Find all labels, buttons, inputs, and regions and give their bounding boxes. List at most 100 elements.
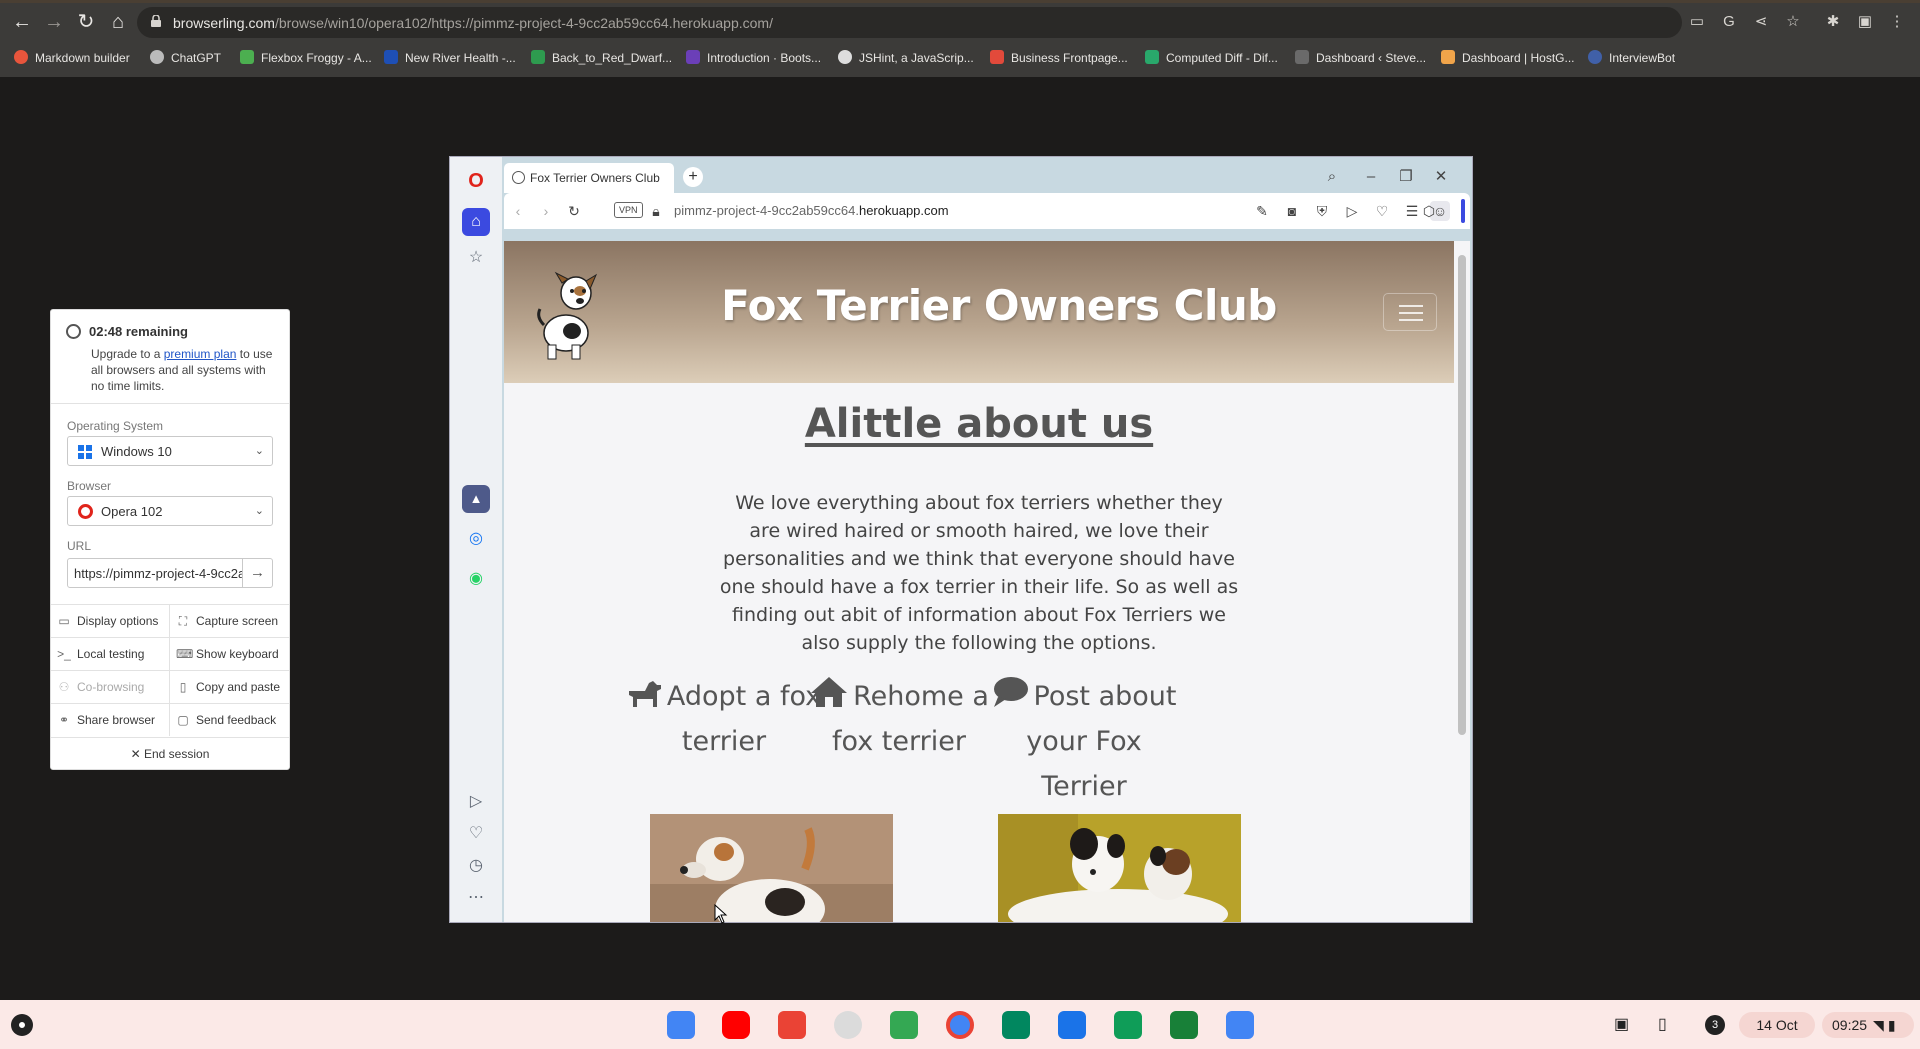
new-tab-button[interactable]: + (683, 167, 703, 187)
sidepanel-icon[interactable]: ▣ (1854, 11, 1876, 33)
show-keyboard-button[interactable]: ⌨ Show keyboard (170, 637, 289, 670)
co-browsing-button[interactable]: ⚇ Co-browsing (51, 670, 170, 703)
fox-terrier-photo (998, 814, 1241, 922)
menu-icon[interactable]: ⋮ (1886, 11, 1908, 33)
drive-app-icon[interactable] (890, 1011, 918, 1039)
bookmark[interactable]: New River Health -... (384, 48, 516, 68)
end-session-button[interactable]: ✕ End session (51, 737, 289, 770)
send-feedback-button[interactable]: ▢ Send feedback (170, 703, 289, 736)
capture-screen-button[interactable]: ⛶ Capture screen (170, 604, 289, 637)
back-icon[interactable]: ‹ (508, 201, 528, 221)
bookmark[interactable]: InterviewBot (1588, 48, 1675, 68)
hamburger-menu-icon[interactable] (1383, 293, 1437, 331)
screenshot-icon[interactable]: ▣ (1614, 1012, 1636, 1038)
aria-icon[interactable]: ▲ (462, 485, 490, 513)
battery-icon: ▮ (1887, 1017, 1896, 1033)
bookmark[interactable]: Dashboard ‹ Steve... (1295, 48, 1426, 68)
close-icon[interactable]: ✕ (1429, 165, 1453, 189)
users-icon: ⚇ (58, 680, 70, 694)
bookmark[interactable]: Computed Diff - Dif... (1145, 48, 1278, 68)
page-scrollbar[interactable] (1454, 241, 1470, 922)
browser-select[interactable]: Opera 102 ⌄ (67, 496, 273, 526)
sheets-addon-app-icon[interactable] (1114, 1011, 1142, 1039)
rehome-option-link[interactable]: Rehome a fox terrier (804, 674, 994, 764)
history-icon[interactable]: ◷ (462, 852, 490, 880)
browser-label: Browser (67, 479, 112, 493)
house-icon (811, 677, 848, 707)
back-icon[interactable]: ← (10, 10, 34, 34)
go-arrow-button[interactable]: → (242, 558, 273, 588)
address-url: browserling.com/browse/win10/opera102/ht… (173, 15, 773, 31)
bookmark-favicon-icon (990, 50, 1004, 64)
heart-icon[interactable]: ♡ (462, 820, 490, 848)
share-browser-button[interactable]: ⚭ Share browser (51, 703, 170, 736)
bookmark[interactable]: Introduction · Boots... (686, 48, 821, 68)
bookmark[interactable]: Back_to_Red_Dwarf... (531, 48, 672, 68)
search-icon[interactable]: ⌕ (1320, 165, 1344, 189)
forward-icon[interactable]: → (42, 10, 66, 34)
google-icon[interactable]: G (1718, 11, 1740, 33)
opera-address-url[interactable]: pimmz-project-4-9cc2ab59cc64.herokuapp.c… (674, 203, 949, 218)
minimize-icon[interactable]: – (1359, 165, 1383, 189)
premium-plan-link[interactable]: premium plan (164, 347, 237, 361)
address-bar[interactable]: browserling.com/browse/win10/opera102/ht… (137, 7, 1682, 38)
heart-icon[interactable]: ♡ (1372, 201, 1392, 221)
vpn-badge[interactable]: VPN (614, 202, 643, 218)
url-input[interactable]: https://pimmz-project-4-9cc2ab59cc64.her… (67, 558, 243, 588)
send-icon[interactable]: ▷ (1342, 201, 1362, 221)
bookmark[interactable]: JSHint, a JavaScrip... (838, 48, 974, 68)
notification-count-badge[interactable]: 3 (1705, 1015, 1725, 1035)
docs-app-icon[interactable] (667, 1011, 695, 1039)
launcher-icon[interactable] (11, 1014, 33, 1036)
photos-app-icon[interactable] (834, 1011, 862, 1039)
post-option-link[interactable]: Post about your Fox Terrier (984, 674, 1184, 809)
display-options-button[interactable]: ▭ Display options (51, 604, 170, 637)
reload-icon[interactable]: ↻ (564, 201, 584, 221)
bookmark[interactable]: Dashboard | HostG... (1441, 48, 1575, 68)
bookmark[interactable]: ChatGPT (150, 48, 221, 68)
sheets-app-icon[interactable] (1170, 1011, 1198, 1039)
tab-fox-terrier[interactable]: Fox Terrier Owners Club (504, 163, 674, 193)
mouse-cursor-icon (714, 904, 728, 924)
status-area[interactable]: 09:25 ◥ ▮ (1822, 1012, 1914, 1038)
player-icon[interactable]: ▷ (462, 788, 490, 816)
date-display[interactable]: 14 Oct (1739, 1012, 1815, 1038)
home-icon[interactable]: ⌂ (106, 10, 130, 34)
reload-icon[interactable]: ↻ (74, 10, 98, 34)
chrome-app-icon[interactable] (946, 1011, 974, 1039)
gmail-app-icon[interactable] (778, 1011, 806, 1039)
youtube-app-icon[interactable] (722, 1011, 750, 1039)
more-icon[interactable]: ⋯ (462, 884, 490, 912)
local-testing-button[interactable]: >_ Local testing (51, 637, 170, 670)
clipboard-icon: ▯ (179, 680, 187, 694)
copy-paste-button[interactable]: ▯ Copy and paste (170, 670, 289, 703)
star-icon[interactable]: ☆ (1782, 11, 1804, 33)
extensions-icon[interactable]: ⬡ (1419, 201, 1439, 221)
pin-icon[interactable]: ☆ (462, 244, 490, 272)
divider (51, 403, 289, 404)
link-icon: ⚭ (58, 713, 70, 727)
bookmark[interactable]: Markdown builder (14, 48, 130, 68)
extensions-icon[interactable]: ✱ (1822, 11, 1844, 33)
opera-logo-icon[interactable]: O (462, 167, 490, 195)
shield-icon[interactable]: ⛨ (1312, 201, 1332, 221)
share-icon[interactable]: ⋖ (1750, 11, 1772, 33)
camera-icon[interactable]: ◙ (1282, 201, 1302, 221)
play-store-app-icon[interactable] (1002, 1011, 1030, 1039)
messenger-icon[interactable]: ◎ (462, 525, 490, 553)
files-app-icon[interactable] (1058, 1011, 1086, 1039)
os-select[interactable]: Windows 10 ⌄ (67, 436, 273, 466)
phone-icon[interactable]: ▯ (1658, 1012, 1674, 1038)
adopt-option-link[interactable]: Adopt a fox terrier (624, 674, 824, 764)
edit-icon[interactable]: ✎ (1252, 201, 1272, 221)
cast-icon[interactable]: ▭ (1686, 11, 1708, 33)
bookmark[interactable]: Business Frontpage... (990, 48, 1128, 68)
opera-sidebar: O ⌂ ☆ ▲ ◎ ◉ ▷ ♡ ◷ ⋯ (450, 157, 502, 922)
whatsapp-icon[interactable]: ◉ (462, 565, 490, 593)
forward-icon[interactable]: › (536, 201, 556, 221)
bookmark[interactable]: Flexbox Froggy - A... (240, 48, 372, 68)
home-icon[interactable]: ⌂ (462, 208, 490, 236)
restore-icon[interactable]: ❐ (1394, 165, 1418, 189)
calendar-app-icon[interactable] (1226, 1011, 1254, 1039)
scrollbar-thumb[interactable] (1458, 255, 1466, 735)
